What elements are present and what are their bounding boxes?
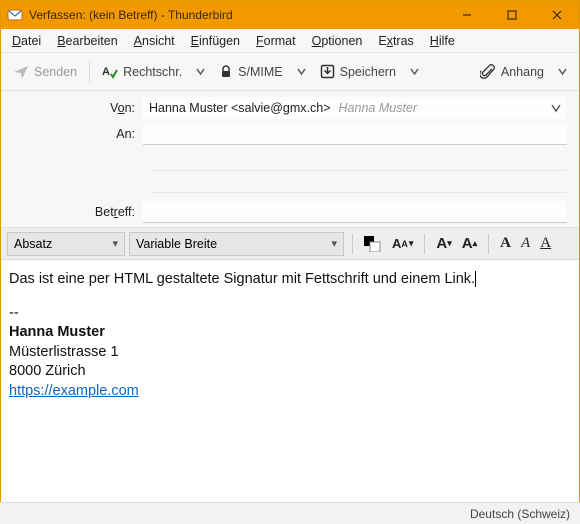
recipient-extra-row[interactable] (151, 149, 567, 171)
language-indicator[interactable]: Deutsch (Schweiz) (470, 507, 570, 521)
format-toolbar: Absatz ▾ Variable Breite ▾ AA▾ A▾ A▴ A A… (1, 228, 579, 260)
compose-toolbar: Senden A Rechtschr. S/MIME Speichern Anh… (1, 53, 579, 91)
spellcheck-label: Rechtschr. (123, 65, 182, 79)
menu-help[interactable]: Hilfe (423, 32, 462, 50)
save-dropdown[interactable] (404, 63, 425, 80)
toolbar-sep (89, 61, 90, 83)
send-label: Senden (34, 65, 77, 79)
menu-file[interactable]: Datei (5, 32, 48, 50)
bold-button[interactable]: A (497, 233, 514, 254)
close-button[interactable] (534, 1, 579, 29)
paperclip-icon (480, 64, 496, 80)
signature-street: Müsterlistrasse 1 (9, 343, 571, 363)
decrease-size-button[interactable]: A▾ (433, 233, 454, 254)
from-dropdown[interactable] (545, 103, 567, 113)
smime-label: S/MIME (238, 65, 282, 79)
increase-size-button[interactable]: A▴ (459, 233, 480, 254)
format-sep (488, 234, 489, 254)
menu-view[interactable]: Ansicht (127, 32, 182, 50)
window-title: Verfassen: (kein Betreff) - Thunderbird (29, 8, 444, 22)
menu-insert[interactable]: Einfügen (184, 32, 247, 50)
attach-label: Anhang (501, 65, 544, 79)
text-cursor (475, 271, 476, 287)
message-body[interactable]: Das ist eine per HTML gestaltete Signatu… (1, 260, 579, 508)
message-headers: Von: Hanna Muster <salvie@gmx.ch> Hanna … (1, 91, 579, 228)
subject-label: Betreff: (13, 205, 143, 219)
lock-icon (219, 65, 233, 79)
signature-city: 8000 Zürich (9, 362, 571, 382)
save-label: Speichern (340, 65, 396, 79)
from-field[interactable]: Hanna Muster <salvie@gmx.ch> Hanna Muste… (143, 97, 567, 119)
paragraph-style-select[interactable]: Absatz ▾ (7, 232, 125, 256)
spellcheck-icon: A (102, 64, 118, 80)
format-sep (424, 234, 425, 254)
chevron-down-icon: ▾ (331, 237, 337, 250)
italic-button[interactable]: A (518, 233, 533, 254)
to-field[interactable] (143, 123, 567, 145)
recipient-extra-row[interactable] (151, 171, 567, 193)
attach-dropdown[interactable] (552, 63, 573, 80)
save-icon (320, 64, 335, 79)
paragraph-style-value: Absatz (14, 237, 52, 251)
from-identity: Hanna Muster <salvie@gmx.ch> (149, 101, 331, 115)
spellcheck-dropdown[interactable] (190, 63, 211, 80)
signature-link[interactable]: https://example.com (9, 383, 139, 399)
from-hint: Hanna Muster (339, 101, 418, 115)
font-size-button[interactable]: AA▾ (389, 234, 416, 253)
svg-text:A: A (102, 66, 110, 78)
underline-button[interactable]: A (537, 233, 554, 254)
signature-name: Hanna Muster (9, 323, 571, 343)
save-button[interactable]: Speichern (314, 60, 402, 83)
send-icon (13, 64, 29, 80)
smime-dropdown[interactable] (291, 63, 312, 80)
app-icon (7, 7, 23, 23)
font-family-select[interactable]: Variable Breite ▾ (129, 232, 344, 256)
body-line: Das ist eine per HTML gestaltete Signatu… (9, 271, 475, 287)
menu-options[interactable]: Optionen (305, 32, 370, 50)
signature-separator: -- (9, 304, 571, 324)
to-label: An: (13, 127, 143, 141)
subject-field[interactable] (143, 201, 567, 223)
send-button[interactable]: Senden (7, 60, 83, 84)
from-label: Von: (13, 101, 143, 115)
text-color-button[interactable] (361, 234, 385, 254)
font-family-value: Variable Breite (136, 237, 217, 251)
menubar: Datei Bearbeiten Ansicht Einfügen Format… (1, 29, 579, 53)
maximize-button[interactable] (489, 1, 534, 29)
menu-edit[interactable]: Bearbeiten (50, 32, 124, 50)
menu-extras[interactable]: Extras (371, 32, 420, 50)
format-sep (352, 234, 353, 254)
status-bar: Deutsch (Schweiz) (0, 502, 580, 524)
minimize-button[interactable] (444, 1, 489, 29)
color-swatch-icon (364, 236, 382, 252)
chevron-down-icon: ▾ (112, 237, 118, 250)
smime-button[interactable]: S/MIME (213, 61, 288, 83)
window-titlebar: Verfassen: (kein Betreff) - Thunderbird (1, 1, 579, 29)
attach-button[interactable]: Anhang (474, 60, 550, 84)
spellcheck-button[interactable]: A Rechtschr. (96, 60, 188, 84)
menu-format[interactable]: Format (249, 32, 303, 50)
